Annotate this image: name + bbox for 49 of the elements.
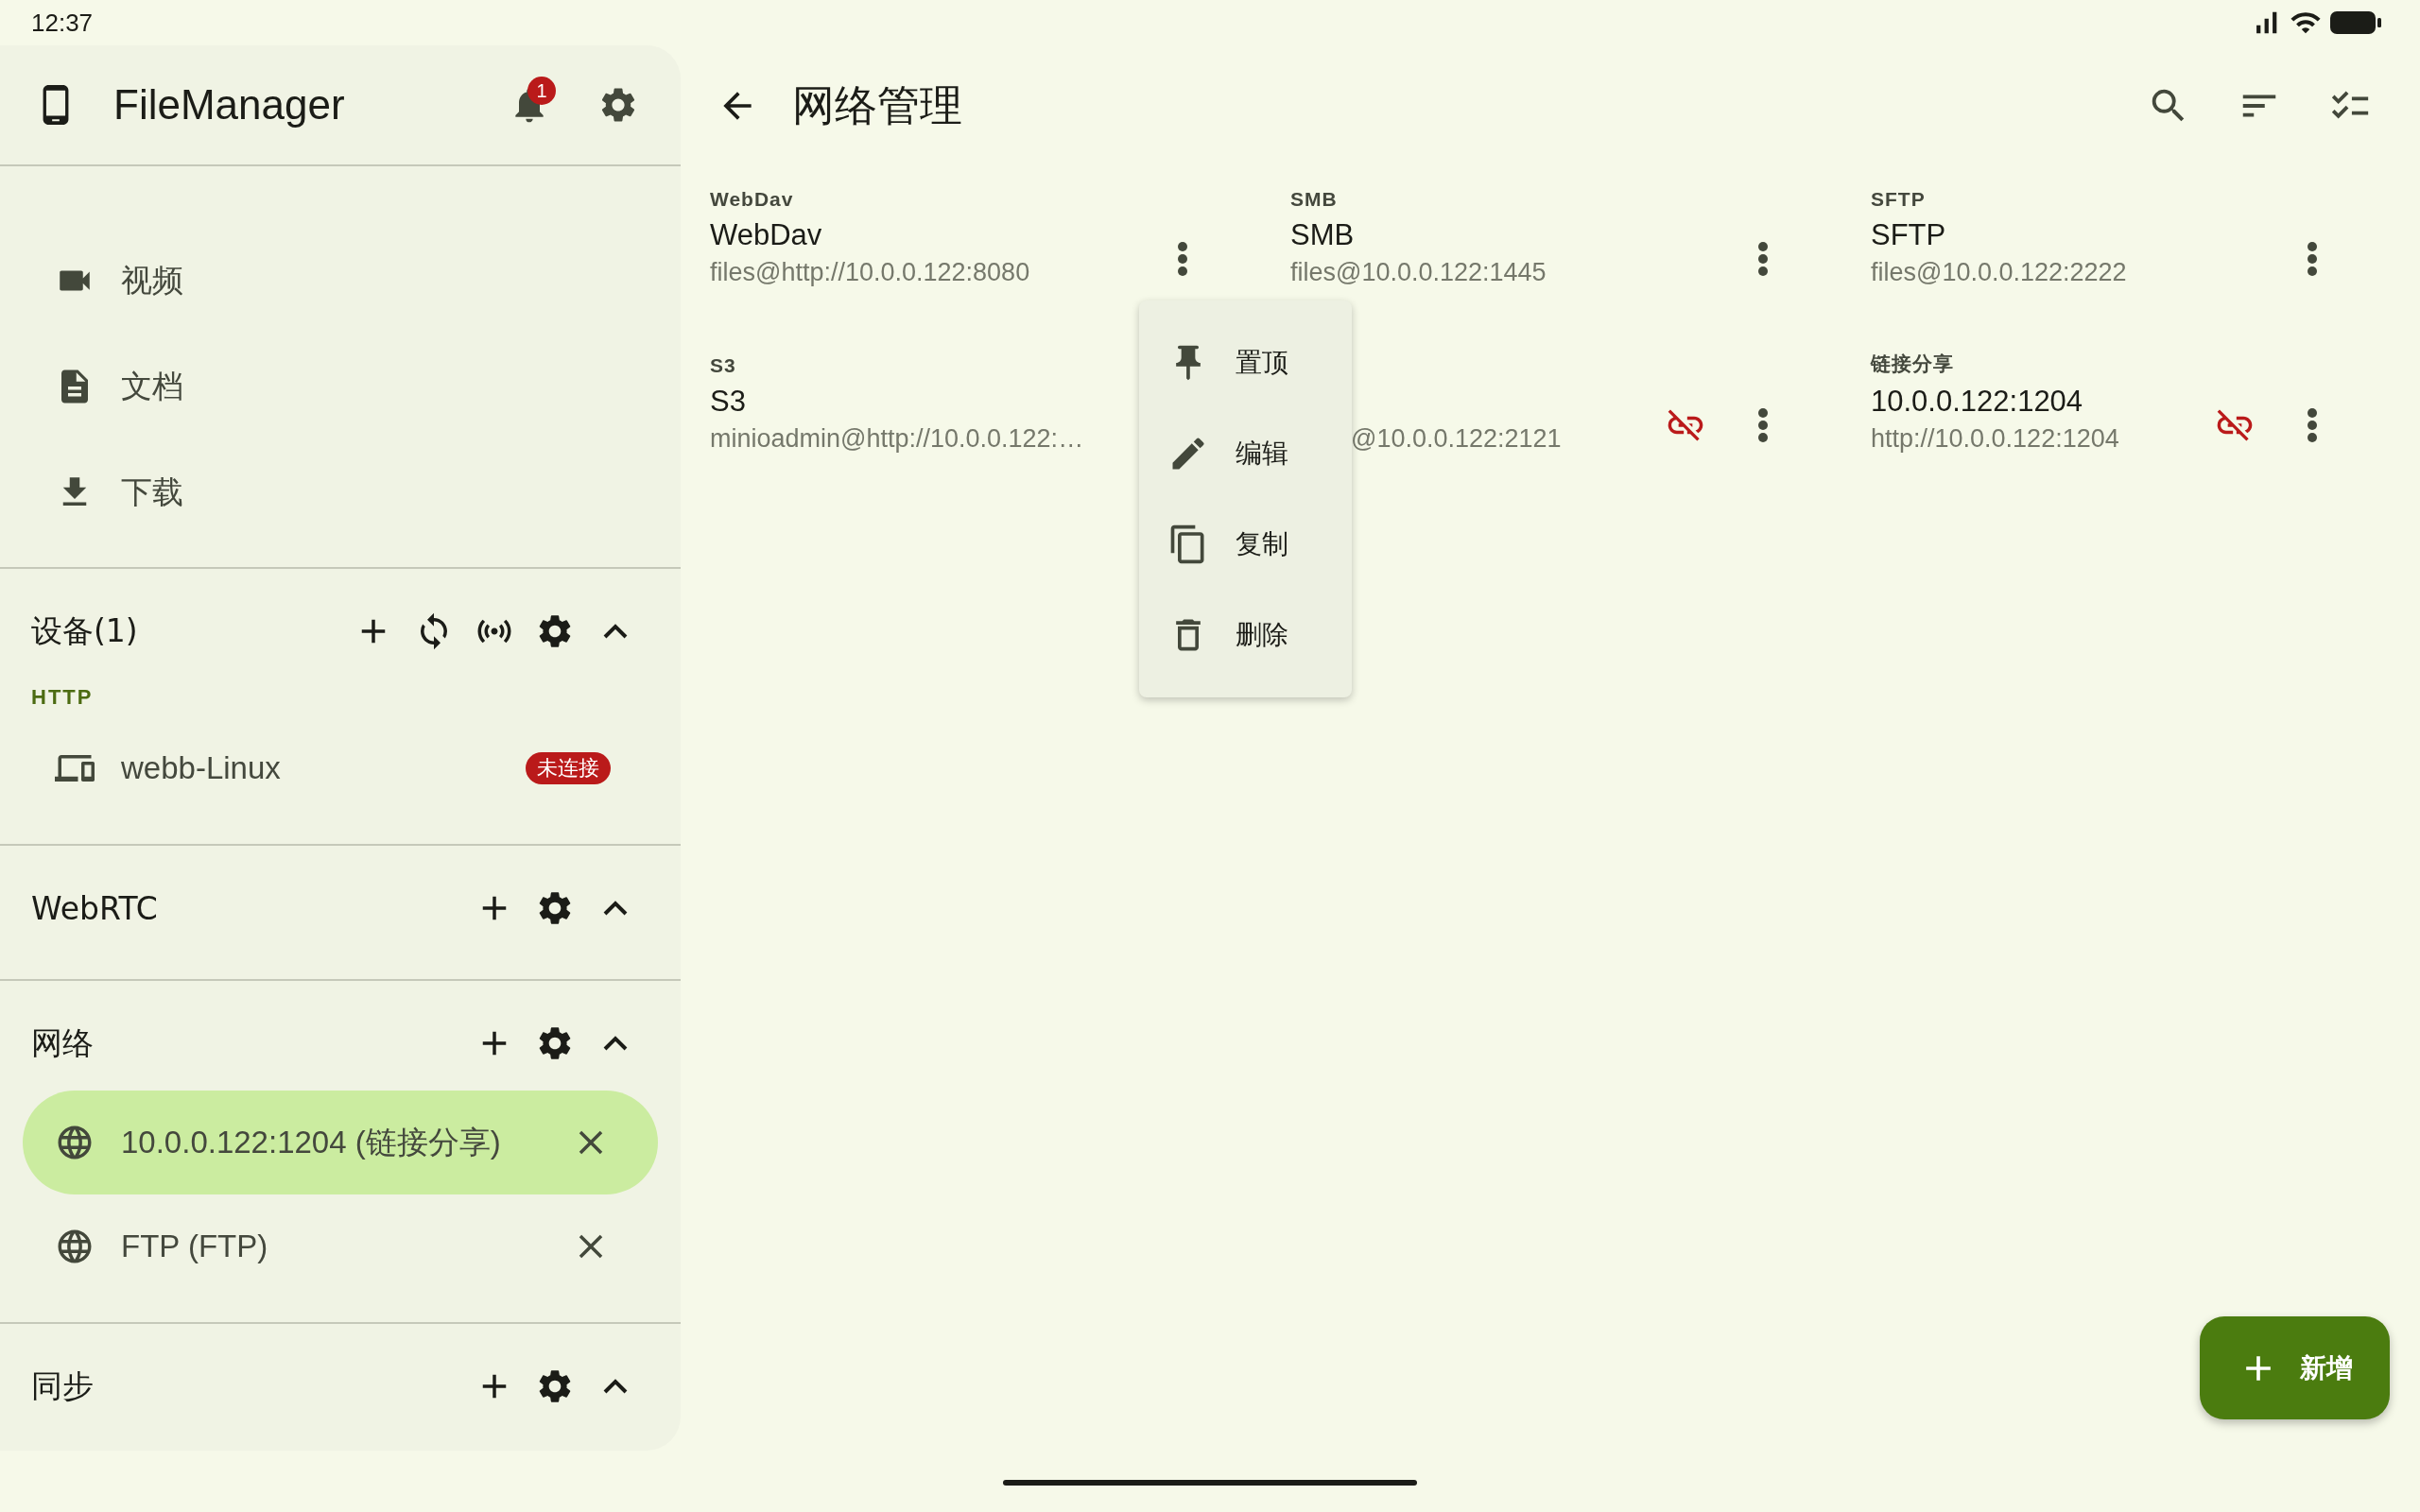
connection-address: @10.0.0.122:2121 [1351,424,1563,454]
page-title: 网络管理 [792,79,963,132]
connection-name: WebDav [710,218,823,252]
nav-item[interactable]: 下载 [0,439,681,545]
battery-icon [2329,9,2382,36]
connection-type: S3 [710,354,737,377]
more-icon [1757,407,1769,443]
subheader: HTTP [30,684,95,711]
chevron-up-icon [603,624,628,639]
section-title: 网络 [31,1022,95,1063]
connection-name: S3 [710,385,747,419]
more-icon [2307,241,2318,277]
section-title: 同步 [31,1366,95,1406]
menu-item[interactable]: 复制 [1139,499,1352,590]
sidebar-item[interactable]: webb-Linux 未连接 [23,716,658,820]
add-button[interactable]: 新增 [2200,1316,2390,1419]
connection-type: WebDav [710,188,795,211]
gesture-handle[interactable] [1003,1479,1417,1486]
sidebar-item[interactable]: 10.0.0.122:1204 (链接分享) [23,1091,658,1194]
menu-item[interactable]: 删除 [1139,590,1352,680]
status-badge: 未连接 [526,752,611,784]
more-icon [2307,407,2318,443]
connection-address: minioadmin@http://10.0.0.122:… [710,424,1085,454]
connection-address: files@10.0.0.122:1445 [1290,258,1547,287]
notification-count: 1 [527,77,556,105]
chevron-up-icon [603,1036,628,1051]
connection-address: http://10.0.0.122:1204 [1871,424,2120,454]
sidebar-item[interactable]: FTP (FTP) [23,1194,658,1298]
more-icon [1177,241,1188,277]
chevron-up-icon [603,1379,628,1394]
connection-type: SMB [1290,188,1339,211]
connection-address: files@10.0.0.122:2222 [1871,258,2128,287]
section-title: WebRTC [31,889,159,927]
notifications-button[interactable]: 1 [499,75,560,135]
menu-item[interactable]: 编辑 [1139,408,1352,499]
connection-name: 10.0.0.122:1204 [1871,385,2084,419]
connection-type: 链接分享 [1871,352,1955,376]
nav-item[interactable]: 文档 [0,334,681,439]
app-title: FileManager [113,81,346,129]
clock: 12:37 [31,8,94,38]
nav-item[interactable]: 视频 [0,228,681,334]
section-title: 设备(1) [31,610,139,651]
more-icon [1757,241,1769,277]
chevron-up-icon [603,901,628,916]
menu-item[interactable]: 置顶 [1139,318,1352,408]
connection-name: SMB [1290,218,1356,252]
connection-name: SFTP [1871,218,1947,252]
connection-type: SFTP [1871,188,1927,211]
connection-address: files@http://10.0.0.122:8080 [710,258,1031,287]
